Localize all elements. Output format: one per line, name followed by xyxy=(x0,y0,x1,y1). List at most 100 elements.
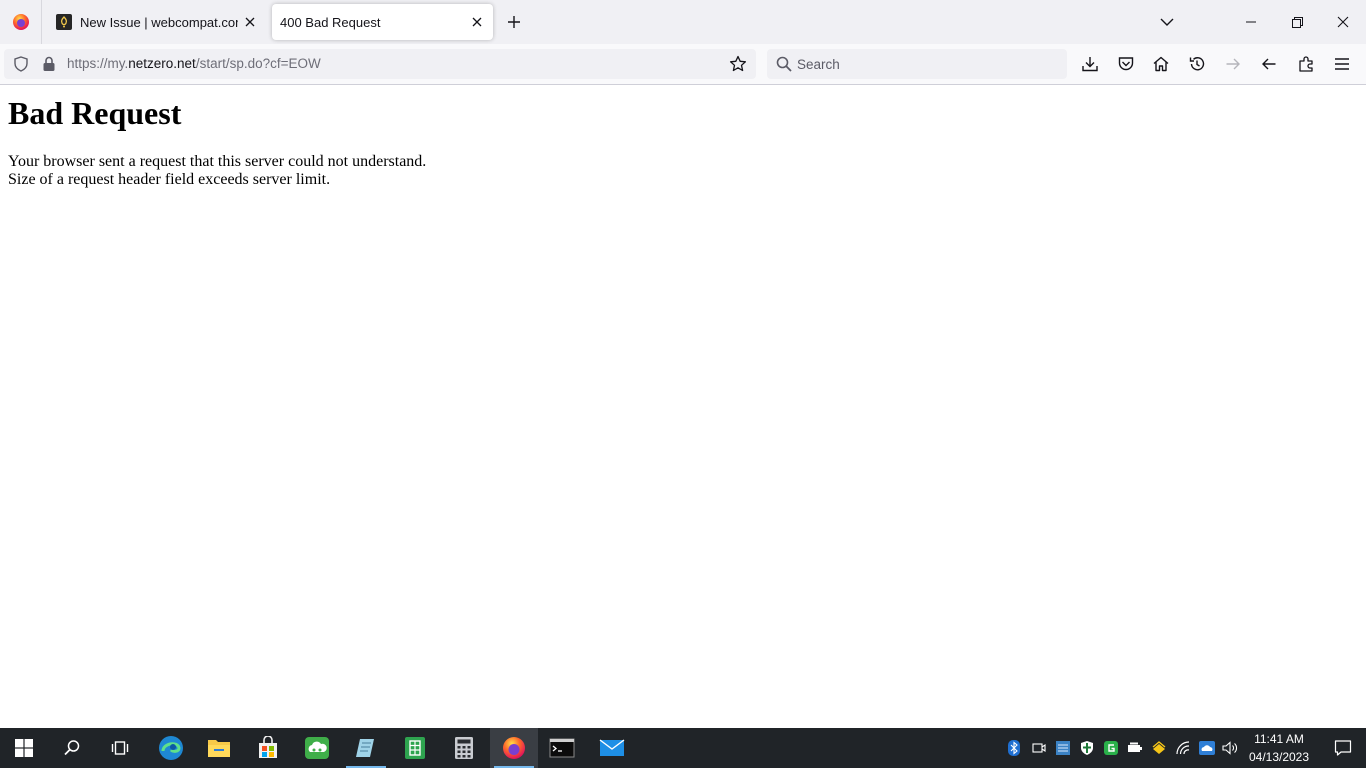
camera-icon xyxy=(1032,743,1046,753)
taskbar-cloud-app[interactable] xyxy=(293,728,341,768)
close-window-button[interactable] xyxy=(1320,0,1366,44)
taskbar-mail[interactable] xyxy=(588,728,636,768)
taskbar-notepad[interactable] xyxy=(342,728,390,768)
pocket-button[interactable] xyxy=(1114,52,1138,76)
extensions-button[interactable] xyxy=(1294,52,1318,76)
taskbar-store[interactable] xyxy=(244,728,292,768)
forward-button[interactable] xyxy=(1221,52,1245,76)
arrow-left-icon xyxy=(1262,58,1276,70)
tray-network-app[interactable] xyxy=(1053,738,1073,758)
taskbar-calculator[interactable] xyxy=(440,728,488,768)
tray-volume[interactable] xyxy=(1220,738,1240,758)
minimize-window-button[interactable] xyxy=(1228,0,1274,44)
clock-date: 04/13/2023 xyxy=(1248,750,1310,764)
tray-camera[interactable] xyxy=(1029,738,1049,758)
tray-battery[interactable] xyxy=(1125,738,1145,758)
search-icon xyxy=(64,740,80,756)
tray-weather[interactable] xyxy=(1197,738,1217,758)
tracking-protection-shield-icon[interactable] xyxy=(13,56,29,72)
action-center-button[interactable] xyxy=(1320,728,1366,768)
url-prefix: https://my. xyxy=(67,56,129,71)
search-input[interactable] xyxy=(797,54,1057,74)
error-message: Your browser sent a request that this se… xyxy=(8,153,426,189)
history-button[interactable] xyxy=(1185,52,1209,76)
restore-icon xyxy=(1291,16,1303,28)
clock-time: 11:41 AM xyxy=(1254,732,1304,746)
taskbar-edge[interactable] xyxy=(147,728,195,768)
error-line-1: Your browser sent a request that this se… xyxy=(8,153,427,170)
tab-label: New Issue | webcompat.com xyxy=(80,14,238,30)
downloads-button[interactable] xyxy=(1078,52,1102,76)
search-icon xyxy=(776,56,792,72)
plus-icon xyxy=(508,16,520,28)
url-bar[interactable]: https://my.netzero.net/start/sp.do?cf=EO… xyxy=(4,49,756,79)
webcompat-favicon-icon xyxy=(56,14,72,30)
notepad-icon xyxy=(356,739,374,757)
speaker-icon xyxy=(1222,741,1237,755)
close-icon xyxy=(245,17,255,27)
firefox-view-button[interactable] xyxy=(0,0,42,44)
shield-icon xyxy=(1081,741,1093,755)
taskbar-spreadsheet[interactable] xyxy=(391,728,439,768)
tray-green-app[interactable] xyxy=(1101,738,1121,758)
home-icon xyxy=(1153,56,1169,72)
page-content: Bad Request Your browser sent a request … xyxy=(0,86,1366,728)
tab-bad-request[interactable]: 400 Bad Request xyxy=(272,4,493,40)
tray-yellow-app[interactable] xyxy=(1149,738,1169,758)
windows-taskbar: 11:41 AM 04/13/2023 xyxy=(0,728,1366,768)
terminal-icon xyxy=(549,738,575,758)
home-button[interactable] xyxy=(1149,52,1173,76)
list-all-tabs-button[interactable] xyxy=(1155,10,1179,34)
battery-icon xyxy=(1128,742,1142,752)
app-menu-button[interactable] xyxy=(1330,52,1354,76)
cloud-icon xyxy=(1199,741,1215,755)
file-explorer-icon xyxy=(208,740,230,757)
url-text[interactable]: https://my.netzero.net/start/sp.do?cf=EO… xyxy=(67,56,321,71)
page-heading: Bad Request xyxy=(8,95,182,131)
close-icon xyxy=(472,17,482,27)
tray-wifi[interactable] xyxy=(1173,738,1193,758)
taskbar-clock[interactable]: 11:41 AM 04/13/2023 xyxy=(1240,730,1318,766)
taskbar-search-button[interactable] xyxy=(48,728,96,768)
calculator-icon xyxy=(455,737,473,759)
yellow-app-icon xyxy=(1152,741,1166,754)
tab-label: 400 Bad Request xyxy=(280,14,381,30)
close-tab-button[interactable] xyxy=(238,10,262,34)
tray-security[interactable] xyxy=(1077,738,1097,758)
store-icon xyxy=(259,736,277,758)
notification-icon xyxy=(1334,740,1352,756)
url-path: /start/sp.do?cf=EOW xyxy=(195,56,321,71)
tab-strip: New Issue | webcompat.com 400 Bad Reques… xyxy=(0,0,1366,44)
edge-icon xyxy=(159,736,183,760)
chevron-down-icon xyxy=(1160,18,1174,26)
navigation-toolbar: https://my.netzero.net/start/sp.do?cf=EO… xyxy=(0,44,1366,85)
monitor-app-icon xyxy=(1056,741,1070,755)
taskbar-firefox[interactable] xyxy=(490,728,538,768)
bluetooth-icon xyxy=(1008,740,1020,756)
close-icon xyxy=(1337,16,1349,28)
search-bar[interactable] xyxy=(767,49,1067,79)
tray-bluetooth[interactable] xyxy=(1004,738,1024,758)
wifi-icon xyxy=(1176,741,1190,755)
restore-window-button[interactable] xyxy=(1274,0,1320,44)
new-tab-button[interactable] xyxy=(502,10,526,34)
firefox-icon xyxy=(12,14,29,30)
hamburger-menu-icon xyxy=(1335,58,1349,70)
bookmark-star-icon[interactable] xyxy=(729,55,747,73)
pocket-icon xyxy=(1118,57,1134,71)
taskbar-file-explorer[interactable] xyxy=(195,728,243,768)
task-view-button[interactable] xyxy=(96,728,144,768)
tab-webcompat[interactable]: New Issue | webcompat.com xyxy=(44,4,266,40)
puzzle-icon xyxy=(1299,56,1313,72)
windows-start-icon xyxy=(15,739,33,757)
cloud-app-icon xyxy=(305,737,329,759)
mail-icon xyxy=(599,739,625,756)
start-button[interactable] xyxy=(0,728,48,768)
minimize-icon xyxy=(1246,21,1256,23)
error-line-2: Size of a request header field exceeds s… xyxy=(8,171,331,188)
close-tab-button[interactable] xyxy=(465,10,489,34)
back-button[interactable] xyxy=(1257,52,1281,76)
green-app-icon xyxy=(1104,741,1118,755)
lock-icon[interactable] xyxy=(42,56,56,72)
taskbar-terminal[interactable] xyxy=(538,728,586,768)
